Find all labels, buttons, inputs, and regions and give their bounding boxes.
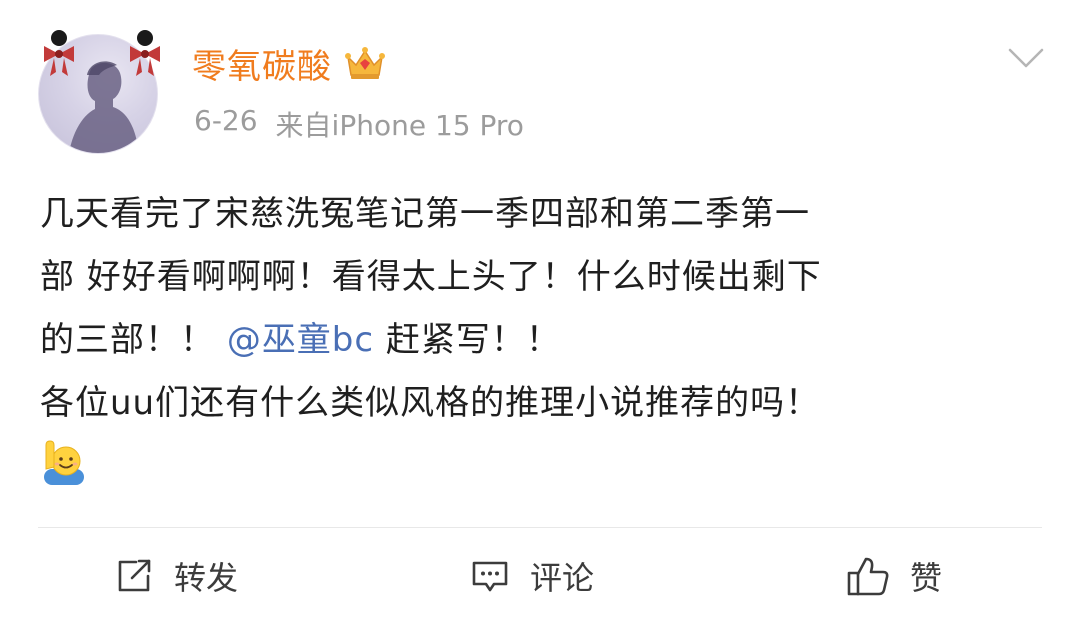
repost-icon [118,559,151,592]
post-text-fragment: 赶紧写！！ [385,320,561,360]
post-text-line: 部 好好看啊啊啊！看得太上头了！什么时候出剩下 [40,257,822,297]
post-date: 6-26 [194,104,258,137]
post-text-line: 几天看完了宋慈洗冤笔记第一季四部和第二季第一 [40,194,810,234]
post-source: 来自iPhone 15 Pro [275,109,524,142]
action-bar: 转发 评论 赞 [0,545,1080,607]
like-label: 赞 [910,559,943,597]
avatar[interactable] [38,28,160,154]
comment-button[interactable]: 评论 [470,545,594,607]
thumbs-up-icon [847,557,889,596]
divider [38,527,1042,528]
post-content: 几天看完了宋慈洗冤笔记第一季四部和第二季第一 部 好好看啊啊啊！看得太上头了！什… [40,183,1040,498]
repost-label: 转发 [174,559,239,597]
comment-label: 评论 [530,559,595,597]
post-text-fragment: 的三部！！ [40,320,215,360]
repost-button[interactable]: 转发 [114,545,238,607]
post-text-line: 各位uu们还有什么类似风格的推理小说推荐的吗！ [40,383,821,423]
weibo-post-card: 零氧碳酸 6-26 来自iPhone 15 Pro 几天看完了宋慈洗冤笔记第一季… [0,0,1080,625]
mention-link[interactable]: @巫童bc [227,320,374,360]
comment-icon [472,561,508,592]
emoji-line [40,435,1040,498]
post-meta: 6-26 来自iPhone 15 Pro [194,104,524,144]
bow-left-icon [44,30,74,76]
post-text-line: 的三部！！ @巫童bc 赶紧写！！ [40,309,1040,372]
crown-icon[interactable] [344,43,386,83]
like-button[interactable]: 赞 [846,545,942,607]
chevron-down-icon[interactable] [1004,40,1048,76]
username[interactable]: 零氧碳酸 [192,39,332,88]
bow-right-icon [130,30,160,76]
username-row: 零氧碳酸 [192,38,386,88]
raising-hand-emoji-icon [44,440,84,485]
